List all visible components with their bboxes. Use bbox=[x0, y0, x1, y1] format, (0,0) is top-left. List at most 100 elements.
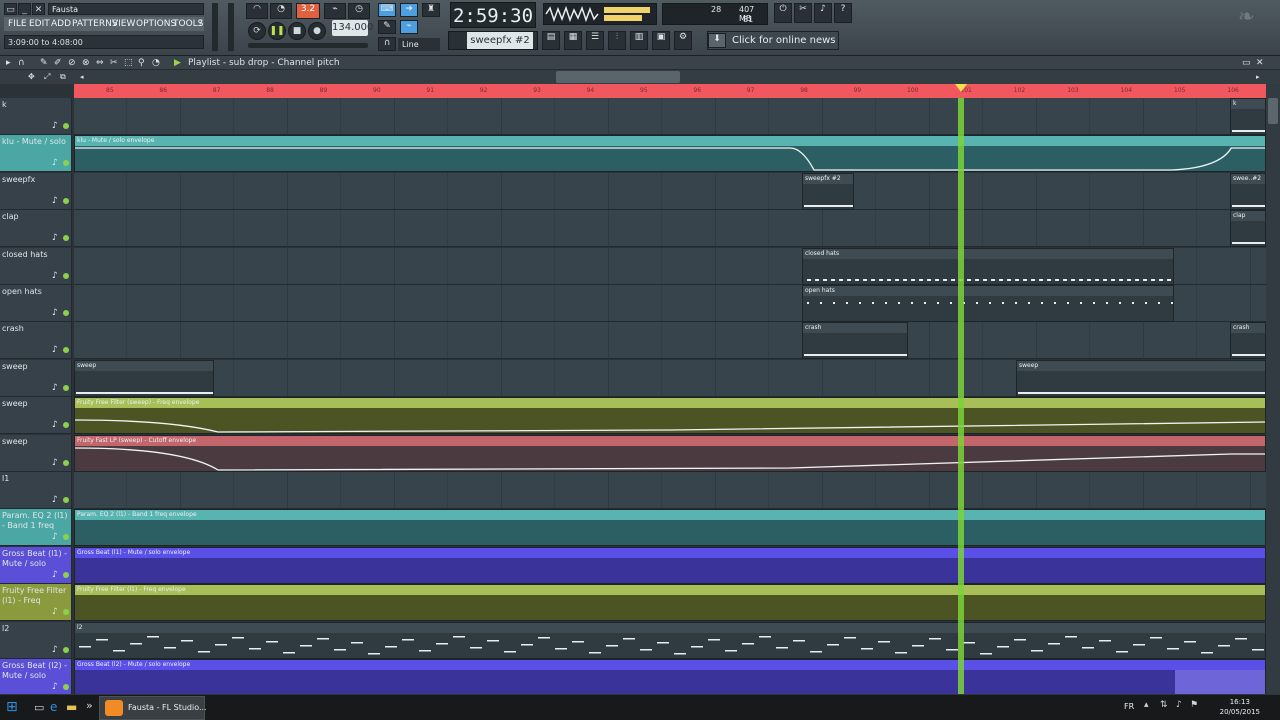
track-header[interactable]: open hats ♪ bbox=[0, 285, 72, 322]
microphone-icon[interactable]: ♪ bbox=[814, 3, 832, 23]
plugin-database-icon[interactable]: ⚙ bbox=[674, 31, 692, 50]
loop-record-icon[interactable]: ⟳ bbox=[248, 22, 266, 40]
track-header[interactable]: klu - Mute / solo ♪ bbox=[0, 135, 72, 173]
track-mute-led[interactable] bbox=[63, 422, 69, 429]
pencil-icon[interactable]: ✎ bbox=[378, 20, 396, 34]
pattern-clip[interactable]: sweep bbox=[74, 359, 214, 397]
track-lane[interactable] bbox=[74, 472, 1266, 509]
scroll-right-icon[interactable]: ▸ bbox=[1256, 70, 1260, 84]
playback-tool-icon[interactable]: ◔ bbox=[152, 56, 160, 70]
window-restore-icon[interactable]: ▭ bbox=[4, 3, 17, 15]
track-mute-led[interactable] bbox=[63, 571, 69, 578]
snap-magnet-icon[interactable]: ⌁ bbox=[400, 20, 418, 34]
song-position-slider[interactable] bbox=[248, 43, 368, 48]
track-lane[interactable]: clap bbox=[74, 210, 1266, 248]
track-mute-led[interactable] bbox=[63, 497, 69, 503]
track-header[interactable]: Param. EQ 2 (l1) - Band 1 freq ♪ bbox=[0, 509, 72, 547]
close-icon[interactable]: ✕ bbox=[32, 3, 45, 15]
pattern-clip[interactable]: k bbox=[1230, 98, 1266, 135]
pattern-clip[interactable]: crash bbox=[802, 322, 908, 360]
menu-view[interactable]: VIEW bbox=[112, 17, 135, 31]
group-tool-icon[interactable]: ⧉ bbox=[60, 70, 66, 84]
snap-select[interactable]: Line bbox=[398, 38, 440, 51]
track-mute-led[interactable] bbox=[63, 160, 69, 167]
playhead-line[interactable] bbox=[958, 98, 964, 694]
playlist-window-icon[interactable]: ▤ bbox=[542, 31, 560, 50]
track-header[interactable]: sweep ♪ bbox=[0, 397, 72, 435]
track-mute-led[interactable] bbox=[63, 272, 69, 279]
online-news-button[interactable]: Click for online news bbox=[707, 31, 839, 50]
horizontal-scroll-thumb[interactable] bbox=[556, 71, 680, 83]
ie-icon[interactable]: e bbox=[50, 700, 57, 714]
track-lane[interactable]: sweepfx #2 swee..#2 bbox=[74, 172, 1266, 210]
vertical-scrollbar[interactable] bbox=[1266, 84, 1280, 694]
pattern-clip[interactable]: open hats bbox=[802, 285, 1174, 322]
track-lane[interactable]: Fruity Free Filter (sweep) - Freq envelo… bbox=[74, 397, 1266, 435]
track-lane[interactable]: Param. EQ 2 (l1) - Band 1 freq envelope bbox=[74, 509, 1266, 547]
select-tool-icon[interactable]: ⬚ bbox=[124, 56, 133, 70]
taskbar-overflow-icon[interactable]: » bbox=[86, 699, 93, 712]
mixer-icon[interactable]: ⫶ bbox=[608, 31, 626, 50]
track-header[interactable]: Gross Beat (l2) - Mute / solo ♪ bbox=[0, 659, 72, 694]
track-mute-led[interactable] bbox=[63, 684, 69, 690]
paint-tool-icon[interactable]: ✐ bbox=[54, 56, 62, 70]
automation-clip[interactable]: Param. EQ 2 (l1) - Band 1 freq envelope bbox=[74, 509, 1266, 547]
menu-help[interactable]: ? bbox=[198, 17, 203, 31]
playlist-menu-icon[interactable]: ▸ bbox=[6, 56, 11, 70]
automation-clip[interactable]: Fruity Free Filter (sweep) - Freq envelo… bbox=[74, 397, 1266, 435]
menu-file[interactable]: FILE bbox=[8, 17, 27, 31]
stop-button[interactable]: ■ bbox=[288, 22, 306, 40]
draw-tool-icon[interactable]: ✎ bbox=[40, 56, 48, 70]
channel-rack-icon[interactable]: ☰ bbox=[586, 31, 604, 50]
desktop-icon[interactable]: ▭ bbox=[34, 701, 44, 714]
slice-tool-icon[interactable]: ✂ bbox=[110, 56, 118, 70]
folder-icon[interactable]: ▬ bbox=[66, 700, 77, 714]
plugin-picker-icon[interactable]: ▣ bbox=[652, 31, 670, 50]
track-mute-led[interactable] bbox=[63, 646, 69, 653]
track-header[interactable]: k ♪ bbox=[0, 98, 72, 135]
track-lane[interactable]: Gross Beat (l2) - Mute / solo envelope bbox=[74, 659, 1266, 694]
metronome-icon[interactable]: ◔ bbox=[270, 3, 292, 19]
record-button[interactable]: ● bbox=[308, 22, 326, 40]
pattern-selector[interactable]: sweepfx #2 bbox=[448, 31, 538, 50]
magnet-icon[interactable]: ∩ bbox=[18, 56, 25, 70]
track-mute-led[interactable] bbox=[63, 197, 69, 204]
automation-clip[interactable]: Fruity Fast LP (sweep) - Cutoff envelope bbox=[74, 434, 1266, 472]
track-mute-led[interactable] bbox=[63, 235, 69, 242]
tempo-display[interactable]: 134.000 bbox=[332, 20, 373, 36]
help-icon[interactable]: ? bbox=[834, 3, 852, 23]
menu-edit[interactable]: EDIT bbox=[29, 17, 50, 31]
track-header[interactable]: l1 ♪ bbox=[0, 472, 72, 509]
minimize-panel-icon[interactable]: ▭ bbox=[1242, 56, 1251, 70]
playhead-marker-icon[interactable] bbox=[955, 84, 967, 92]
stretch-tool-icon[interactable]: ⤢ bbox=[44, 70, 50, 84]
scroll-left-icon[interactable]: ◂ bbox=[80, 70, 84, 84]
pattern-clip[interactable]: swee..#2 bbox=[1230, 172, 1266, 210]
tray-up-icon[interactable]: ▴ bbox=[1144, 700, 1149, 710]
menu-options[interactable]: OPTIONS bbox=[136, 17, 176, 31]
track-lane[interactable]: crash crash bbox=[74, 322, 1266, 360]
track-mute-led[interactable] bbox=[63, 310, 69, 316]
power-icon[interactable]: ⏻ bbox=[774, 3, 792, 23]
timeline-ruler[interactable]: 85 86 87 88 89 90 91 92 93 94 95 96 97 98 99 100 101 102 1… bbox=[74, 84, 1266, 98]
track-mute-led[interactable] bbox=[63, 384, 69, 391]
move-tool-icon[interactable]: ✥ bbox=[28, 70, 35, 84]
system-clock[interactable]: 16:13 20/05/2015 bbox=[1220, 697, 1260, 717]
language-indicator[interactable]: FR bbox=[1124, 702, 1134, 711]
track-lane[interactable]: l2 bbox=[74, 621, 1266, 659]
track-lane[interactable]: Fruity Fast LP (sweep) - Cutoff envelope bbox=[74, 434, 1266, 472]
vertical-scroll-thumb[interactable] bbox=[1268, 98, 1278, 124]
track-lane[interactable]: Gross Beat (l1) - Mute / solo envelope bbox=[74, 546, 1266, 584]
track-lane[interactable]: sweep sweep bbox=[74, 359, 1266, 397]
window-minimize-icon[interactable]: _ bbox=[18, 3, 31, 15]
menu-patterns[interactable]: PATTERNS bbox=[72, 17, 118, 31]
slip-tool-icon[interactable]: ⇔ bbox=[96, 56, 104, 70]
track-header[interactable]: sweep ♪ bbox=[0, 434, 72, 472]
flag-icon[interactable]: ⚑ bbox=[1190, 700, 1198, 710]
play-pattern-icon[interactable]: ▶ bbox=[174, 56, 181, 70]
pattern-clip[interactable]: sweep bbox=[1016, 359, 1266, 397]
pattern-song-icon[interactable]: ◠ bbox=[246, 3, 268, 19]
pattern-clip[interactable]: l2 bbox=[74, 621, 1266, 659]
track-lane[interactable]: k bbox=[74, 98, 1266, 135]
track-mute-led[interactable] bbox=[63, 123, 69, 129]
